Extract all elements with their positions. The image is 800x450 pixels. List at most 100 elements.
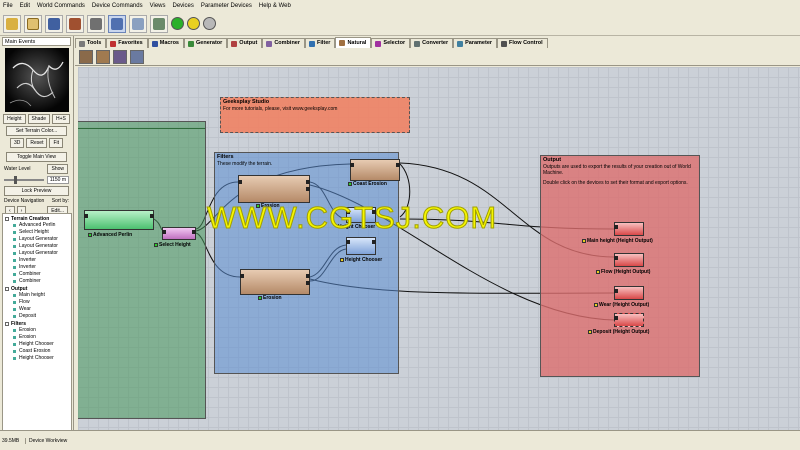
input-port[interactable] <box>614 256 618 260</box>
fit-button[interactable]: Fit <box>49 138 64 148</box>
input-port[interactable] <box>346 240 350 244</box>
note-group[interactable]: Geeksplay Studio For more tutorials, ple… <box>220 97 410 133</box>
open-icon[interactable] <box>24 14 42 33</box>
output-port[interactable] <box>396 163 400 167</box>
menu-help-web[interactable]: Help & Web <box>259 3 291 9</box>
palette-device-3[interactable] <box>130 49 144 64</box>
tree-item[interactable]: Combiner <box>3 278 71 285</box>
erosion-device-top[interactable] <box>238 175 310 203</box>
input-port[interactable] <box>350 163 354 167</box>
expand-icon[interactable] <box>5 286 9 291</box>
palette-device-0[interactable] <box>79 49 93 64</box>
tree-item[interactable]: Layout Generator <box>3 243 71 250</box>
input-port[interactable] <box>240 274 244 278</box>
tree-item[interactable]: Flow <box>3 299 71 306</box>
coast-erosion-device[interactable] <box>350 159 400 181</box>
slider-thumb[interactable] <box>14 176 17 184</box>
tab-natural[interactable]: Natural <box>335 37 372 48</box>
tree-item[interactable]: Erosion <box>3 334 71 341</box>
device-tree[interactable]: Terrain Creation Advanced Perlin Select He… <box>2 213 72 450</box>
workview-icon[interactable] <box>108 14 126 33</box>
3d-button[interactable]: 3D <box>9 138 25 148</box>
hs-view-button[interactable]: H+S <box>52 114 70 124</box>
tree-item[interactable]: Height Chooser <box>3 355 71 362</box>
tree-item[interactable]: Layout Generator <box>3 236 71 243</box>
tree-item[interactable]: Select Height <box>3 229 71 236</box>
terrain-creation-group[interactable] <box>78 121 206 419</box>
expand-icon[interactable] <box>5 321 9 326</box>
tab-generator[interactable]: Generator <box>184 38 228 48</box>
tab-favorites[interactable]: Favorites <box>106 38 148 48</box>
water-level-slider[interactable] <box>4 176 44 184</box>
input-port[interactable] <box>238 180 242 184</box>
input-port[interactable] <box>84 214 88 218</box>
tab-filter[interactable]: Filter <box>305 38 336 48</box>
save-icon[interactable] <box>45 14 63 33</box>
menu-devices[interactable]: Devices <box>173 3 194 9</box>
tree-item[interactable]: Combiner <box>3 271 71 278</box>
terrain-preview[interactable] <box>5 48 69 112</box>
toggle-main-view-button[interactable]: Toggle Main View <box>6 152 67 162</box>
tree-item[interactable]: Height Chooser <box>3 341 71 348</box>
tree-item[interactable]: Erosion <box>3 327 71 334</box>
show-water-button[interactable]: Show <box>47 164 68 174</box>
input-port[interactable] <box>162 230 166 234</box>
tree-item[interactable]: Deposit <box>3 313 71 320</box>
set-terrain-color-button[interactable]: Set Terrain Color... <box>6 126 67 136</box>
layout-view-icon[interactable] <box>129 14 147 33</box>
build-icon[interactable] <box>87 14 105 33</box>
tree-item[interactable]: Inverter <box>3 257 71 264</box>
build-yellow-icon[interactable] <box>187 17 200 30</box>
tab-macros[interactable]: Macros <box>147 38 184 48</box>
height-view-button[interactable]: Height <box>3 114 26 124</box>
output-port[interactable] <box>306 187 310 191</box>
stop-icon[interactable] <box>203 17 216 30</box>
lock-preview-button[interactable]: Lock Preview <box>4 186 69 196</box>
menu-views[interactable]: Views <box>150 3 166 9</box>
palette-device-1[interactable] <box>96 49 110 64</box>
tree-item[interactable]: Coast Erosion <box>3 348 71 355</box>
tab-tools[interactable]: Tools <box>75 38 107 48</box>
output-port[interactable] <box>306 180 310 184</box>
tree-item[interactable]: Layout Generator <box>3 250 71 257</box>
menu-edit[interactable]: Edit <box>20 3 30 9</box>
input-port[interactable] <box>614 316 618 320</box>
tree-item[interactable]: Main height <box>3 292 71 299</box>
erosion-device-bottom[interactable] <box>240 269 310 295</box>
reset-button[interactable]: Reset <box>26 138 48 148</box>
tree-item[interactable]: Advanced Perlin <box>3 222 71 229</box>
output-port[interactable] <box>372 240 376 244</box>
output-port[interactable] <box>306 281 310 285</box>
output-port[interactable] <box>150 214 154 218</box>
tab-output[interactable]: Output <box>227 38 263 48</box>
new-icon[interactable] <box>3 14 21 33</box>
menu-device-commands[interactable]: Device Commands <box>92 3 143 9</box>
tree-item[interactable]: Inverter <box>3 264 71 271</box>
deposit-output-device[interactable] <box>614 313 644 327</box>
3d-view-icon[interactable] <box>150 14 168 33</box>
flow-output-device[interactable] <box>614 253 644 267</box>
menu-file[interactable]: File <box>3 3 13 9</box>
output-port[interactable] <box>192 230 196 234</box>
menu-parameter-devices[interactable]: Parameter Devices <box>201 3 252 9</box>
select-height-device[interactable] <box>162 227 196 240</box>
tree-item[interactable]: Wear <box>3 306 71 313</box>
tree-group[interactable]: Filters <box>3 320 71 327</box>
tab-combiner[interactable]: Combiner <box>262 38 305 48</box>
shade-view-button[interactable]: Shade <box>27 114 51 124</box>
build-green-icon[interactable] <box>171 17 184 30</box>
menu-world-commands[interactable]: World Commands <box>37 3 85 9</box>
palette-device-2[interactable] <box>113 49 127 64</box>
tab-converter[interactable]: Converter <box>410 38 454 48</box>
tab-flow-control[interactable]: Flow Control <box>497 38 548 48</box>
tree-group[interactable]: Output <box>3 285 71 292</box>
main-height-output-device[interactable] <box>614 222 644 236</box>
output-port[interactable] <box>306 274 310 278</box>
advanced-perlin-device[interactable] <box>84 210 154 230</box>
tree-group[interactable]: Terrain Creation <box>3 215 71 222</box>
expand-icon[interactable] <box>5 216 9 221</box>
height-chooser-device-b[interactable] <box>346 237 376 255</box>
input-port[interactable] <box>614 225 618 229</box>
tools-icon[interactable] <box>66 14 84 33</box>
input-port[interactable] <box>614 289 618 293</box>
